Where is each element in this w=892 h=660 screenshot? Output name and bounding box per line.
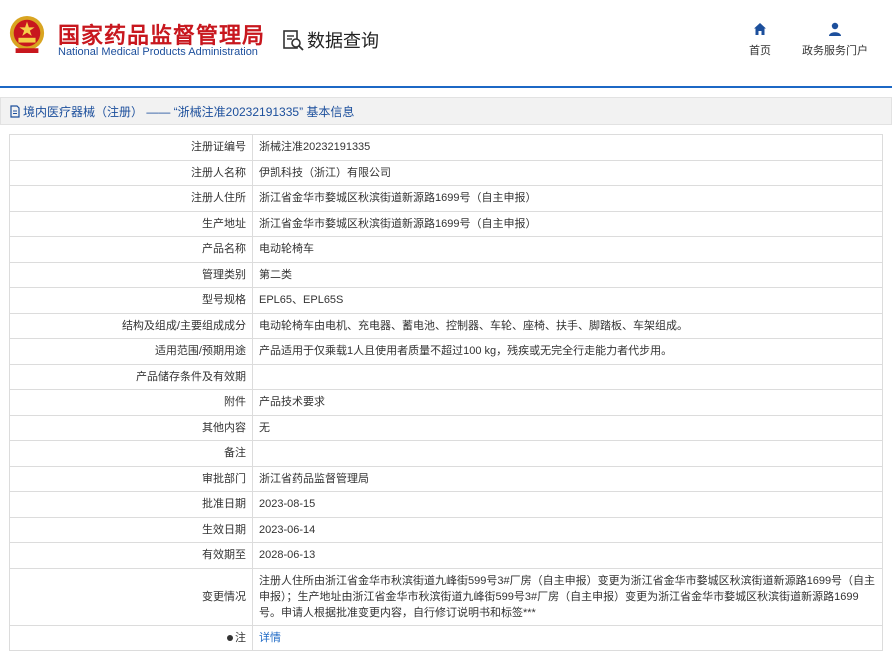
field-value: 浙江省金华市婺城区秋滨街道新源路1699号（自主申报） (252, 210, 883, 237)
table-row: 有效期至 2028-06-13 (9, 542, 883, 569)
field-label: 生产地址 (9, 210, 253, 237)
field-value: 产品适用于仅乘载1人且使用者质量不超过100 kg，残疾或无完全行走能力者代步用… (252, 338, 883, 365)
field-label: 批准日期 (9, 491, 253, 518)
document-icon (10, 104, 20, 118)
table-row: 产品储存条件及有效期 (9, 363, 883, 390)
document-search-icon (283, 30, 304, 51)
table-row: 审批部门 浙江省药品监督管理局 (9, 465, 883, 492)
table-row: 其他内容无 (9, 414, 883, 441)
field-label: 注册人名称 (9, 159, 253, 186)
bullet-icon (227, 634, 233, 641)
details-link[interactable]: 详情 (259, 632, 281, 644)
note-row: 注 详情 (9, 624, 883, 651)
field-label: 结构及组成/主要组成成分 (9, 312, 253, 339)
breadcrumb-text: 境内医疗器械（注册） —— “浙械注准20232191335” 基本信息 (23, 104, 355, 119)
breadcrumb: 境内医疗器械（注册） —— “浙械注准20232191335” 基本信息 (0, 97, 892, 125)
field-value: 伊凯科技（浙江）有限公司 (252, 159, 883, 186)
field-value: 浙江省金华市婺城区秋滨街道新源路1699号（自主申报） (252, 185, 883, 212)
user-icon (829, 22, 841, 36)
query-title-text: 数据查询 (307, 31, 379, 51)
field-label: 审批部门 (9, 465, 253, 492)
field-value (252, 440, 883, 467)
table-row: 管理类别 第二类 (9, 261, 883, 288)
field-label: 生效日期 (9, 516, 253, 543)
field-value: 注册人住所由浙江省金华市秋滨街道九峰街599号3#厂房（自主申报）变更为浙江省金… (252, 567, 883, 626)
site-header: 国家药品监督管理局 National Medical Products Admi… (0, 0, 892, 88)
field-label: 产品名称 (9, 236, 253, 263)
nav-portal-label: 政务服务门户 (802, 45, 868, 57)
detail-table: 注册证编号 浙械注准20232191335 注册人名称 伊凯科技（浙江）有限公司 注册人… (9, 134, 883, 651)
field-label: 产品储存条件及有效期 (9, 363, 253, 390)
table-row: 注册证编号 浙械注准20232191335 (9, 134, 883, 161)
brand-subtitle: National Medical Products Administration (58, 46, 258, 58)
table-row: 注册人住所 浙江省金华市婺城区秋滨街道新源路1699号（自主申报） (9, 185, 883, 212)
table-row: 生效日期 2023-06-14 (9, 516, 883, 543)
nav-portal[interactable]: 政务服务门户 (800, 22, 870, 58)
table-row: 变更情况 注册人住所由浙江省金华市秋滨街道九峰街599号3#厂房（自主申报）变更为… (9, 567, 883, 626)
field-label: 注册人住所 (9, 185, 253, 212)
nav-home[interactable]: 首页 (748, 22, 772, 58)
table-row: 结构及组成/主要组成成分 电动轮椅车由电机、充电器、蓄电池、控制器、车轮、座椅、扶… (9, 312, 883, 339)
table-row: 型号规格 EPL65、EPL65S (9, 287, 883, 314)
field-value: 电动轮椅车 (252, 236, 883, 263)
field-label: 备注 (9, 440, 253, 467)
field-value: 第二类 (252, 261, 883, 288)
table-row: 注册人名称 伊凯科技（浙江）有限公司 (9, 159, 883, 186)
field-value: 2028-06-13 (252, 542, 883, 569)
note-value: 详情 (252, 624, 883, 651)
field-value: 产品技术要求 (252, 389, 883, 416)
field-label: 有效期至 (9, 542, 253, 569)
home-icon (754, 23, 766, 35)
field-label: 管理类别 (9, 261, 253, 288)
data-query-title: 数据查询 (282, 27, 379, 53)
table-row: 适用范围/预期用途 产品适用于仅乘载1人且使用者质量不超过100 kg，残疾或无完… (9, 338, 883, 365)
field-value: 电动轮椅车由电机、充电器、蓄电池、控制器、车轮、座椅、扶手、脚踏板、车架组成。 (252, 312, 883, 339)
note-label: 注 (9, 624, 253, 651)
table-row: 批准日期 2023-08-15 (9, 491, 883, 518)
table-row: 附件 产品技术要求 (9, 389, 883, 416)
national-emblem-icon (9, 15, 45, 53)
field-value: 浙江省药品监督管理局 (252, 465, 883, 492)
field-label: 附件 (9, 389, 253, 416)
field-value: 无 (252, 414, 883, 441)
field-label: 变更情况 (9, 567, 253, 626)
field-value: 浙械注准20232191335 (252, 134, 883, 161)
field-value (252, 363, 883, 390)
field-value: 2023-06-14 (252, 516, 883, 543)
field-value: EPL65、EPL65S (252, 287, 883, 314)
field-label: 适用范围/预期用途 (9, 338, 253, 365)
field-label: 其他内容 (9, 414, 253, 441)
field-label: 注册证编号 (9, 134, 253, 161)
table-row: 产品名称 电动轮椅车 (9, 236, 883, 263)
field-value: 2023-08-15 (252, 491, 883, 518)
field-label: 型号规格 (9, 287, 253, 314)
table-row: 生产地址 浙江省金华市婺城区秋滨街道新源路1699号（自主申报） (9, 210, 883, 237)
table-row: 备注 (9, 440, 883, 467)
nav-home-label: 首页 (749, 45, 771, 57)
